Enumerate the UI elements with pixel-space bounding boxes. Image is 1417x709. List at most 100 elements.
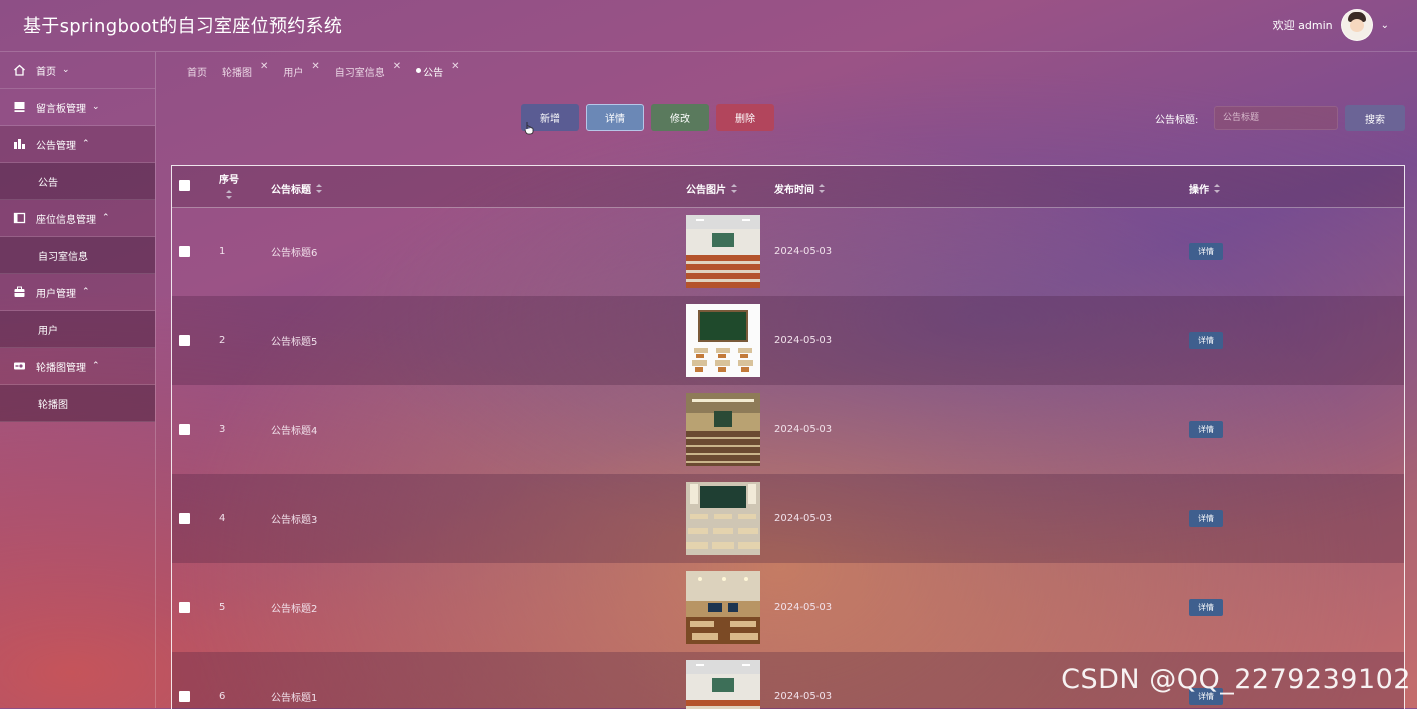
edit-button[interactable]: 修改: [651, 104, 709, 131]
app-title: 基于springboot的自习室座位预约系统: [23, 16, 343, 37]
row-index: 2: [219, 335, 226, 346]
sidebar-item-label: 留言板管理: [36, 103, 86, 115]
tab-study-room[interactable]: 自习室信息 ✕: [335, 61, 401, 79]
row-title: 公告标题4: [271, 426, 318, 437]
sidebar-subitem-study-room[interactable]: 自习室信息: [0, 237, 155, 274]
sidebar-item-label: 用户管理: [36, 288, 76, 300]
row-detail-button[interactable]: 详情: [1189, 599, 1223, 616]
column-header-index[interactable]: 序号: [219, 171, 239, 199]
sidebar-item-label: 轮播图管理: [36, 362, 86, 374]
row-date: 2024-05-03: [774, 424, 833, 435]
row-date: 2024-05-03: [774, 246, 833, 257]
row-detail-button[interactable]: 详情: [1189, 421, 1223, 438]
welcome-text: 欢迎 admin: [1272, 19, 1333, 32]
avatar[interactable]: [1340, 9, 1373, 41]
hand-cursor-icon: [524, 122, 534, 135]
sidebar-subitem-announcement[interactable]: 公告: [0, 163, 155, 200]
search-button[interactable]: 搜索: [1345, 105, 1405, 131]
detail-button[interactable]: 详情: [586, 104, 644, 131]
close-icon[interactable]: ✕: [260, 61, 268, 72]
sort-icon[interactable]: [316, 184, 322, 193]
home-icon: [14, 64, 25, 76]
row-index: 6: [219, 691, 226, 702]
row-detail-button[interactable]: 详情: [1189, 510, 1223, 527]
column-header-image[interactable]: 公告图片: [686, 181, 737, 196]
row-checkbox[interactable]: [179, 602, 190, 613]
chevron-down-icon: ⌄: [92, 102, 100, 112]
chevron-up-icon: ⌃: [102, 213, 110, 223]
row-date: 2024-05-03: [774, 602, 833, 613]
row-checkbox[interactable]: [179, 335, 190, 346]
row-checkbox[interactable]: [179, 513, 190, 524]
table-row[interactable]: 3 公告标题4 2024-05-03 详情: [172, 385, 1404, 474]
sort-icon[interactable]: [819, 184, 825, 193]
select-all-checkbox[interactable]: [179, 180, 190, 191]
row-index: 4: [219, 513, 226, 524]
announcement-image: [686, 215, 760, 288]
row-detail-button[interactable]: 详情: [1189, 243, 1223, 260]
chevron-down-icon: ⌄: [62, 65, 70, 75]
row-detail-button[interactable]: 详情: [1189, 332, 1223, 349]
close-icon[interactable]: ✕: [311, 61, 319, 72]
carousel-icon: [14, 362, 25, 370]
seat-icon: [13, 212, 26, 224]
sidebar-item-user-mgmt[interactable]: 用户管理 ⌃: [0, 274, 155, 311]
message-board-icon: [14, 102, 25, 112]
row-title: 公告标题1: [271, 693, 318, 704]
sidebar-item-seat-mgmt[interactable]: 座位信息管理 ⌃: [0, 200, 155, 237]
sidebar-item-label: 首页: [36, 66, 56, 78]
sort-icon[interactable]: [1214, 184, 1220, 193]
sort-icon[interactable]: [226, 190, 232, 199]
announcement-image: [686, 304, 760, 377]
sidebar-item-announcement-mgmt[interactable]: 公告管理 ⌃: [0, 126, 155, 163]
column-header-actions[interactable]: 操作: [1189, 181, 1220, 196]
row-title: 公告标题3: [271, 515, 318, 526]
chevron-up-icon: ⌃: [92, 361, 100, 371]
user-menu[interactable]: 欢迎 admin ⌄: [1273, 9, 1389, 41]
sidebar-item-label: 公告管理: [36, 140, 76, 152]
row-checkbox[interactable]: [179, 246, 190, 257]
sidebar-item-label: 座位信息管理: [36, 214, 96, 226]
row-date: 2024-05-03: [774, 335, 833, 346]
table-row[interactable]: 1 公告标题6 2024-05-03 详情: [172, 207, 1404, 296]
table-row[interactable]: 5 公告标题2 2024-05-03 详情: [172, 563, 1404, 652]
announcement-image: [686, 393, 760, 466]
announcement-image: [686, 571, 760, 644]
sidebar-item-home[interactable]: 首页 ⌄: [0, 52, 155, 89]
table-row[interactable]: 2 公告标题5 2024-05-03 详情: [172, 296, 1404, 385]
active-dot-icon: [416, 68, 422, 73]
chevron-up-icon: ⌃: [82, 287, 90, 297]
close-icon[interactable]: ✕: [393, 61, 401, 72]
row-title: 公告标题2: [271, 604, 318, 615]
row-index: 3: [219, 424, 226, 435]
sort-icon[interactable]: [731, 184, 737, 193]
row-index: 5: [219, 602, 226, 613]
sidebar-subitem-user[interactable]: 用户: [0, 311, 155, 348]
search-label: 公告标题:: [1155, 115, 1199, 126]
announcement-image: [686, 660, 760, 709]
row-date: 2024-05-03: [774, 691, 833, 702]
column-header-date[interactable]: 发布时间: [774, 181, 825, 196]
sidebar-subitem-carousel[interactable]: 轮播图: [0, 385, 155, 422]
tab-home[interactable]: 首页: [187, 64, 207, 79]
table-row[interactable]: 4 公告标题3 2024-05-03 详情: [172, 474, 1404, 563]
row-title: 公告标题6: [271, 248, 318, 259]
search-input[interactable]: [1214, 106, 1338, 130]
sidebar: 首页 ⌄ 留言板管理 ⌄ 公告管理 ⌃ 公告 座位信息管理 ⌃ 自习室信息 用户…: [0, 52, 156, 708]
tab-announcement[interactable]: 公告 ✕: [416, 61, 460, 79]
row-title: 公告标题5: [271, 337, 318, 348]
delete-button[interactable]: 删除: [716, 104, 774, 131]
row-checkbox[interactable]: [179, 424, 190, 435]
csdn-watermark: CSDN @QQ_2279239102: [1061, 664, 1411, 695]
tab-carousel[interactable]: 轮播图 ✕: [222, 61, 268, 79]
close-icon[interactable]: ✕: [451, 61, 459, 72]
announcement-image: [686, 482, 760, 555]
tab-user[interactable]: 用户 ✕: [283, 61, 319, 79]
table-header: 序号 公告标题 公告图片 发布时间 操作: [172, 166, 1404, 208]
top-bar: 基于springboot的自习室座位预约系统 欢迎 admin ⌄: [0, 0, 1417, 52]
column-header-title[interactable]: 公告标题: [271, 181, 322, 196]
row-checkbox[interactable]: [179, 691, 190, 702]
chevron-down-icon[interactable]: ⌄: [1381, 20, 1389, 31]
sidebar-item-carousel-mgmt[interactable]: 轮播图管理 ⌃: [0, 348, 155, 385]
sidebar-item-message-board[interactable]: 留言板管理 ⌄: [0, 89, 155, 126]
